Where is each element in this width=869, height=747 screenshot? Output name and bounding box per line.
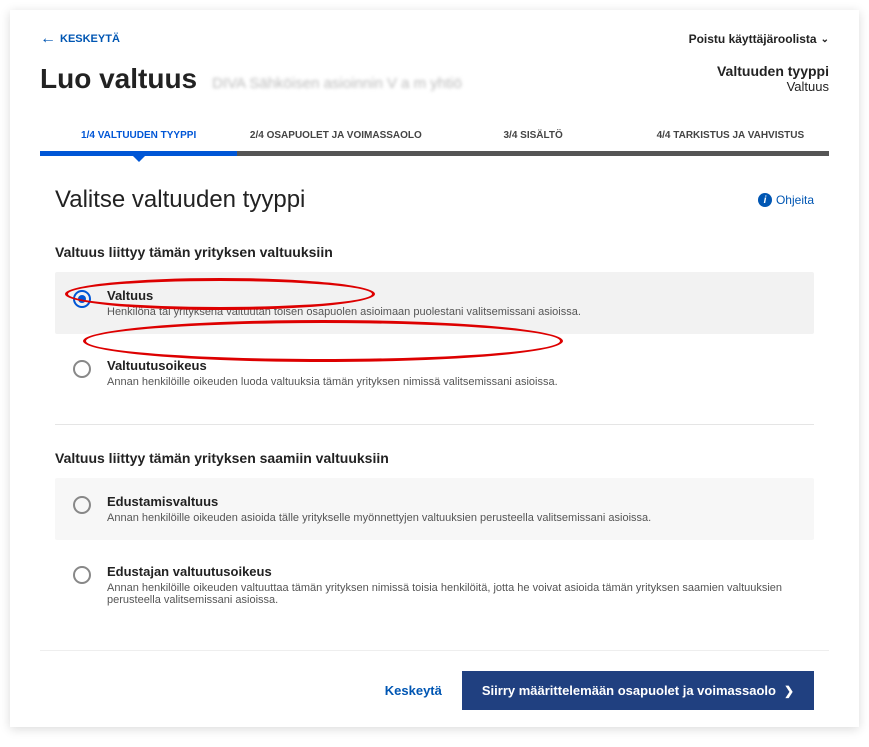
step-3[interactable]: 3/4 SISÄLTÖ — [435, 120, 632, 151]
page-title: Luo valtuus DIVA Sähköisen asioinnin V a… — [40, 63, 462, 95]
exit-role-label: Poistu käyttäjäroolista — [689, 32, 817, 46]
page-subtitle: DIVA Sähköisen asioinnin V a m yhtiö — [212, 75, 462, 92]
step-1[interactable]: 1/4 VALTUUDEN TYYPPI — [40, 120, 237, 151]
radio-desc: Annan henkilöille oikeuden asioida tälle… — [107, 512, 651, 524]
radio-circle-checked[interactable] — [73, 290, 91, 308]
cancel-link-label: KESKEYTÄ — [60, 33, 120, 45]
step-2[interactable]: 2/4 OSAPUOLET JA VOIMASSAOLO — [237, 120, 434, 151]
stepper: 1/4 VALTUUDEN TYYPPI 2/4 OSAPUOLET JA VO… — [40, 120, 829, 156]
exit-role-dropdown[interactable]: Poistu käyttäjäroolista ⌄ — [689, 32, 829, 46]
radio-circle-unchecked[interactable] — [73, 360, 91, 378]
separator — [55, 424, 814, 425]
radio-option-valtuutusoikeus[interactable]: Valtuutusoikeus Annan henkilöille oikeud… — [55, 342, 814, 404]
radio-option-edustamisvaltuus[interactable]: Edustamisvaltuus Annan henkilöille oikeu… — [55, 478, 814, 540]
radio-label: Valtuus — [107, 288, 581, 303]
info-icon: i — [758, 193, 772, 207]
page-title-text: Luo valtuus — [40, 63, 197, 95]
cancel-link-top[interactable]: ← KESKEYTÄ — [40, 30, 120, 48]
radio-desc: Annan henkilöille oikeuden luoda valtuuk… — [107, 376, 558, 388]
header-right-title: Valtuuden tyyppi — [717, 63, 829, 79]
radio-circle-unchecked[interactable] — [73, 566, 91, 584]
section-title: Valitse valtuuden tyyppi — [55, 186, 305, 214]
next-button-label: Siirry määrittelemään osapuolet ja voima… — [482, 683, 776, 698]
step-4[interactable]: 4/4 TARKISTUS JA VAHVISTUS — [632, 120, 829, 151]
help-link[interactable]: i Ohjeita — [758, 193, 814, 207]
header-right-sub: Valtuus — [717, 79, 829, 94]
group-heading-2: Valtuus liittyy tämän yrityksen saamiin … — [55, 450, 814, 466]
radio-option-valtuus[interactable]: Valtuus Henkilönä tai yrityksenä valtuut… — [55, 272, 814, 334]
radio-circle-unchecked[interactable] — [73, 496, 91, 514]
chevron-down-icon: ⌄ — [821, 34, 829, 45]
radio-label: Edustamisvaltuus — [107, 494, 651, 509]
radio-label: Edustajan valtuutusoikeus — [107, 564, 796, 579]
chevron-right-icon: ❯ — [784, 684, 794, 698]
group-heading-1: Valtuus liittyy tämän yrityksen valtuuks… — [55, 244, 814, 260]
radio-label: Valtuutusoikeus — [107, 358, 558, 373]
radio-desc: Henkilönä tai yrityksenä valtuutan toise… — [107, 306, 581, 318]
radio-option-edustajan-valtuutusoikeus[interactable]: Edustajan valtuutusoikeus Annan henkilöi… — [55, 548, 814, 622]
next-button[interactable]: Siirry määrittelemään osapuolet ja voima… — [462, 671, 814, 710]
radio-desc: Annan henkilöille oikeuden valtuuttaa tä… — [107, 582, 796, 606]
footer-cancel-link[interactable]: Keskeytä — [385, 683, 442, 698]
arrow-left-icon: ← — [40, 30, 56, 48]
help-label: Ohjeita — [776, 193, 814, 207]
